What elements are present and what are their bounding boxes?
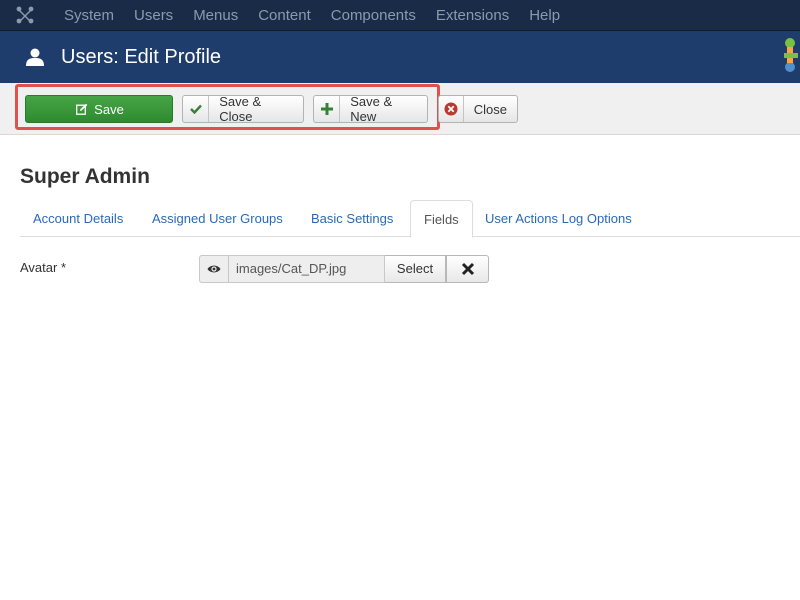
nav-system[interactable]: System [50, 0, 124, 31]
save-button-label: Save [94, 101, 124, 117]
edit-icon [74, 96, 90, 122]
nav-help[interactable]: Help [519, 0, 570, 31]
joomla-brand-icon [784, 37, 800, 75]
save-new-button[interactable]: Save & New [313, 94, 428, 124]
nav-components[interactable]: Components [321, 0, 426, 31]
tab-basic-settings[interactable]: Basic Settings [298, 200, 406, 237]
avatar-select-button[interactable]: Select [385, 255, 446, 283]
nav-users[interactable]: Users [124, 0, 183, 31]
close-button[interactable]: Close [438, 95, 518, 123]
joomla-logo-icon[interactable] [0, 0, 50, 31]
user-icon [26, 48, 44, 66]
tab-account-details[interactable]: Account Details [20, 200, 136, 237]
nav-menus[interactable]: Menus [183, 0, 248, 31]
avatar-path-input[interactable]: images/Cat_DP.jpg [228, 255, 385, 283]
page-title: Super Admin [20, 165, 150, 188]
close-label: Close [473, 101, 507, 117]
avatar-media-field: images/Cat_DP.jpg Select [199, 255, 489, 283]
tab-assigned-user-groups[interactable]: Assigned User Groups [139, 200, 296, 237]
check-icon [183, 96, 210, 122]
eye-icon[interactable] [199, 255, 228, 283]
tab-fields[interactable]: Fields [410, 200, 473, 238]
profile-tabs: Account Details Assigned User Groups Bas… [20, 200, 800, 238]
plus-icon [314, 96, 341, 122]
page-header-title: Users: Edit Profile [61, 45, 222, 68]
cancel-circle-icon [439, 96, 464, 122]
clear-icon[interactable] [446, 255, 489, 283]
nav-extensions[interactable]: Extensions [426, 0, 519, 31]
top-nav: System Users Menus Content Components Ex… [0, 0, 800, 31]
title-bar: Users: Edit Profile [0, 31, 800, 83]
avatar-label: Avatar * [20, 260, 67, 275]
save-close-button[interactable]: Save & Close [182, 94, 304, 124]
tab-user-actions-log-options[interactable]: User Actions Log Options [472, 200, 645, 237]
toolbar: Save Save & Close Save & New Close [0, 83, 800, 135]
nav-content[interactable]: Content [248, 0, 321, 31]
save-new-label: Save & New [350, 94, 393, 124]
save-close-label: Save & Close [219, 94, 262, 124]
save-button[interactable]: Save [25, 95, 173, 123]
